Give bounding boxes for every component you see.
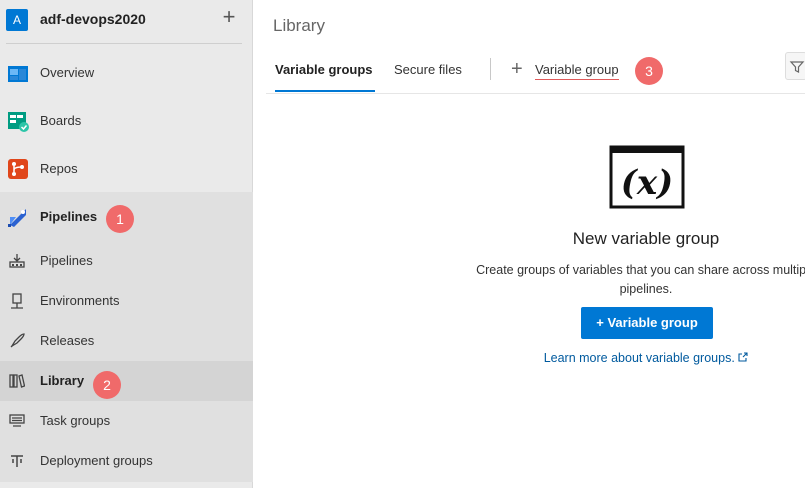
variable-group-icon: (x) <box>609 145 685 209</box>
releases-icon <box>10 333 25 348</box>
sidebar-subitem-library[interactable]: Library <box>0 361 253 401</box>
tab-variable-groups[interactable]: Variable groups <box>275 62 373 77</box>
main-content: Library Variable groups Secure files + V… <box>253 0 805 488</box>
sidebar-item-overview[interactable]: Overview <box>0 53 253 93</box>
sidebar-item-label: Task groups <box>40 413 111 428</box>
filter-button[interactable] <box>785 52 805 80</box>
org-name[interactable]: adf-devops2020 <box>40 11 146 27</box>
sidebar-subitem-deployment-groups[interactable]: Deployment groups <box>0 441 253 481</box>
plus-icon: + <box>511 58 523 80</box>
sidebar-item-label: Boards <box>40 113 82 128</box>
variable-group-icon-text: (x) <box>621 163 673 203</box>
rocket-pipelines-icon <box>9 254 25 268</box>
sidebar: A adf-devops2020 + Overview Boards Repos… <box>0 0 253 488</box>
sidebar-subitem-releases[interactable]: Releases <box>0 321 253 361</box>
sidebar-item-label: Environments <box>40 293 120 308</box>
learn-more-label: Learn more about variable groups. <box>543 351 735 365</box>
tab-secure-files[interactable]: Secure files <box>394 62 462 77</box>
sidebar-subitem-task-groups[interactable]: Task groups <box>0 401 253 441</box>
sidebar-item-label: Overview <box>40 65 95 80</box>
sidebar-item-label: Pipelines <box>40 209 98 224</box>
tab-bar: Variable groups Secure files + Variable … <box>266 52 805 94</box>
new-variable-group-button[interactable]: + Variable group <box>581 307 713 339</box>
sidebar-item-label: Repos <box>40 161 78 176</box>
cta-label: Variable group <box>607 315 698 330</box>
sidebar-item-label: Releases <box>40 333 95 348</box>
org-avatar[interactable]: A <box>6 9 28 31</box>
sidebar-item-label: Library <box>40 373 85 388</box>
learn-more-link[interactable]: Learn more about variable groups. <box>476 351 805 365</box>
active-tab-indicator <box>275 90 375 92</box>
new-project-icon[interactable]: + <box>218 6 240 29</box>
sidebar-item-label: Pipelines <box>40 253 93 268</box>
overview-icon <box>8 66 28 82</box>
library-icon <box>9 374 25 388</box>
divider <box>490 58 491 80</box>
step-badge-1: 1 <box>106 205 134 233</box>
pipelines-icon <box>8 209 26 227</box>
environments-icon <box>11 293 23 309</box>
external-link-icon <box>738 352 748 362</box>
org-header: A adf-devops2020 + <box>0 0 253 44</box>
sidebar-subitem-environments[interactable]: Environments <box>0 281 253 321</box>
step-badge-2: 2 <box>93 371 121 399</box>
boards-icon <box>8 112 29 132</box>
deployment-groups-icon <box>11 455 23 467</box>
sidebar-item-repos[interactable]: Repos <box>0 149 253 189</box>
plus-icon: + <box>596 315 608 330</box>
sidebar-subitem-pipelines[interactable]: Pipelines <box>0 241 253 281</box>
page-title: Library <box>273 16 325 35</box>
sidebar-item-boards[interactable]: Boards <box>0 101 253 141</box>
sidebar-item-label: Deployment groups <box>40 453 153 468</box>
task-groups-icon <box>9 414 25 427</box>
filter-icon <box>789 61 805 73</box>
empty-state-title: New variable group <box>572 229 720 248</box>
step-badge-3: 3 <box>635 57 663 85</box>
repos-icon <box>8 159 28 179</box>
add-variable-group-label: Variable group <box>535 62 619 80</box>
empty-state-description: Create groups of variables that you can … <box>476 263 805 296</box>
divider <box>6 43 242 44</box>
